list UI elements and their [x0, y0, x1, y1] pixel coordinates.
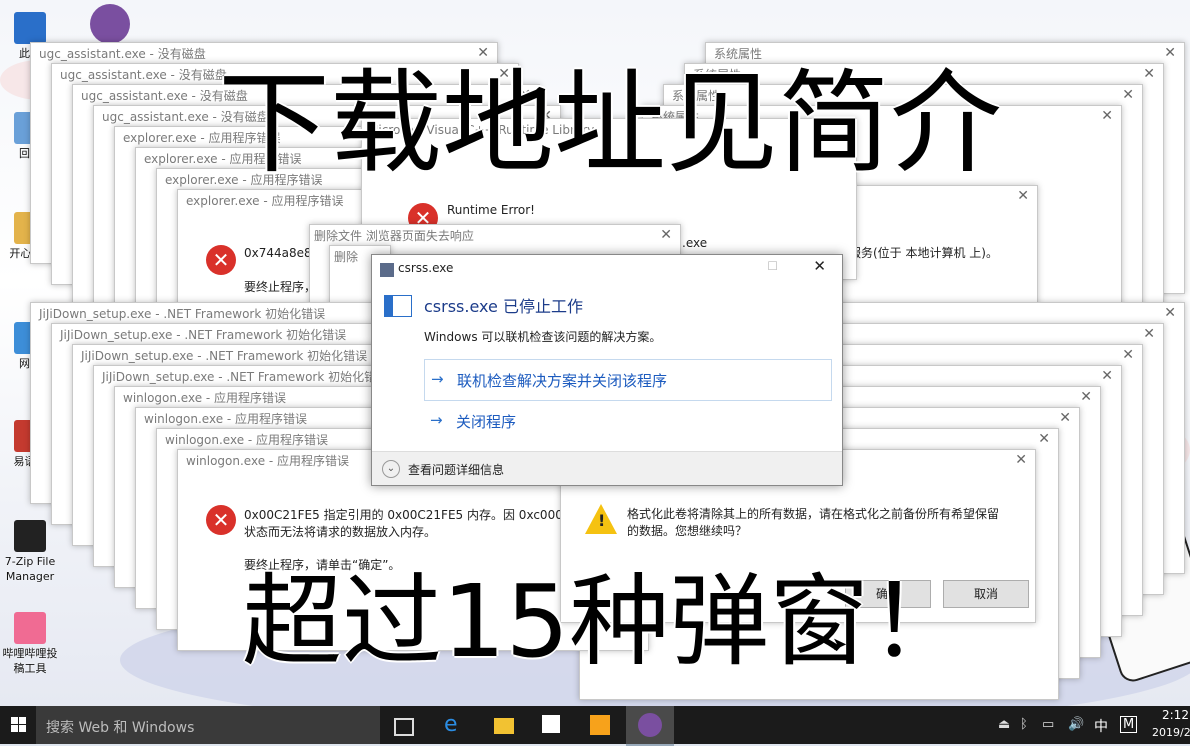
close-icon[interactable]: ✕ — [1164, 305, 1176, 321]
view-details-link[interactable]: 查看问题详细信息 — [408, 461, 504, 478]
close-icon[interactable]: ✕ — [1015, 452, 1027, 468]
desktop-icon-label: 哔哩哔哩投稿工具 — [2, 647, 58, 675]
overlay-top-text: 下载地址见简介 — [218, 59, 1002, 189]
close-icon[interactable]: ✕ — [1164, 45, 1176, 61]
close-icon[interactable]: ✕ — [813, 257, 826, 275]
overlay-bottom-text: 超过15种弹窗！ — [242, 563, 970, 680]
app-icon — [380, 263, 394, 277]
task-view-icon[interactable] — [394, 718, 414, 736]
option-label: 关闭程序 — [456, 413, 517, 431]
desktop-app-icon — [14, 612, 46, 644]
error-code: 0x744a8e89 — [244, 246, 320, 260]
service-text: 服务(位于 本地计算机 上)。 — [849, 246, 998, 260]
arrow-right-icon: → — [430, 411, 443, 429]
search-box[interactable]: 搜索 Web 和 Windows — [36, 706, 380, 744]
edge-icon[interactable]: e — [444, 712, 464, 737]
mouse-cursor-icon: ➤ — [832, 634, 848, 655]
clock-time[interactable]: 2:12 — [1162, 708, 1189, 722]
winlogon-line-2: 状态而无法将请求的数据放入内存。 — [244, 525, 437, 539]
window-title: 删除文件 浏览器页面失去响应 — [310, 225, 680, 247]
taskbar-app-active[interactable] — [626, 706, 674, 746]
ime-mode-indicator[interactable]: M — [1120, 716, 1138, 733]
csrss-dialog[interactable]: csrss.exe ☐ ✕ csrss.exe 已停止工作 Windows 可以… — [371, 254, 843, 486]
close-icon[interactable]: ✕ — [1101, 368, 1113, 384]
close-icon[interactable]: ✕ — [1143, 326, 1155, 342]
close-icon[interactable]: ✕ — [1122, 347, 1134, 363]
bluetooth-icon[interactable]: ᛒ — [1020, 717, 1028, 732]
close-icon[interactable]: ✕ — [1059, 410, 1071, 426]
close-icon[interactable]: ✕ — [1080, 389, 1092, 405]
close-icon[interactable]: ✕ — [1038, 431, 1050, 447]
window-title: csrss.exe — [398, 261, 454, 275]
close-icon[interactable]: ✕ — [1101, 108, 1113, 124]
desktop-app-icon — [14, 12, 46, 44]
media-player-icon[interactable] — [590, 715, 610, 735]
dialog-footer: ⌄ 查看问题详细信息 — [372, 451, 842, 485]
app-avatar-icon — [638, 713, 662, 737]
desktop-icon-avatar[interactable] — [80, 4, 140, 46]
close-icon[interactable]: ✕ — [660, 227, 672, 243]
taskbar: 搜索 Web 和 Windows e ⏏ ᛒ ▭ 🔊 中 M 2:12 2019… — [0, 706, 1190, 746]
title-part: 删除文件 — [314, 229, 363, 243]
winlogon-line-1: 0x00C21FE5 指定引用的 0x00C21FE5 内存。因 0xc0000… — [244, 508, 586, 522]
desktop-icon-label: 7-Zip File Manager — [4, 555, 56, 583]
desktop-app-icon — [14, 520, 46, 552]
runtime-fragment: .exe — [682, 236, 708, 250]
error-icon: ✕ — [206, 505, 236, 535]
store-icon[interactable] — [542, 715, 560, 733]
close-icon[interactable]: ✕ — [1017, 188, 1029, 204]
avatar — [90, 4, 130, 44]
desktop-icon[interactable]: 哔哩哔哩投稿工具 — [0, 612, 60, 676]
format-line-1: 格式化此卷将清除其上的所有数据，请在格式化之前备份所有希望保留 — [627, 507, 1000, 521]
close-icon[interactable]: ✕ — [1122, 87, 1134, 103]
check-online-option[interactable]: → 联机检查解决方案并关闭该程序 — [424, 359, 832, 401]
format-line-2: 的数据。您想继续吗？ — [627, 524, 748, 538]
close-program-option[interactable]: → 关闭程序 — [424, 407, 830, 437]
error-text: 要终止程序， — [244, 280, 317, 294]
desktop-icon[interactable]: 7-Zip File Manager — [0, 520, 60, 584]
warning-icon: ! — [585, 504, 617, 534]
close-icon[interactable]: ✕ — [1143, 66, 1155, 82]
volume-icon[interactable]: 🔊 — [1068, 717, 1084, 732]
dialog-heading: csrss.exe 已停止工作 — [424, 297, 583, 316]
runtime-message: Runtime Error! — [447, 203, 535, 217]
title-part: 浏览器页面失去响应 — [365, 229, 474, 243]
start-button[interactable] — [0, 706, 36, 744]
usb-icon[interactable]: ⏏ — [998, 717, 1010, 732]
dialog-description: Windows 可以联机检查该问题的解决方案。 — [424, 330, 662, 344]
arrow-right-icon: → — [431, 370, 444, 388]
error-icon: ✕ — [206, 245, 236, 275]
search-placeholder: 搜索 Web 和 Windows — [46, 720, 195, 736]
chevron-down-icon[interactable]: ⌄ — [382, 460, 400, 478]
maximize-icon[interactable]: ☐ — [767, 259, 778, 273]
clock-date[interactable]: 2019/2 — [1152, 726, 1190, 739]
file-explorer-icon[interactable] — [494, 718, 514, 734]
window-icon — [384, 295, 412, 317]
option-label: 联机检查解决方案并关闭该程序 — [457, 372, 668, 390]
ime-indicator[interactable]: 中 — [1094, 716, 1108, 736]
network-icon[interactable]: ▭ — [1042, 717, 1054, 732]
